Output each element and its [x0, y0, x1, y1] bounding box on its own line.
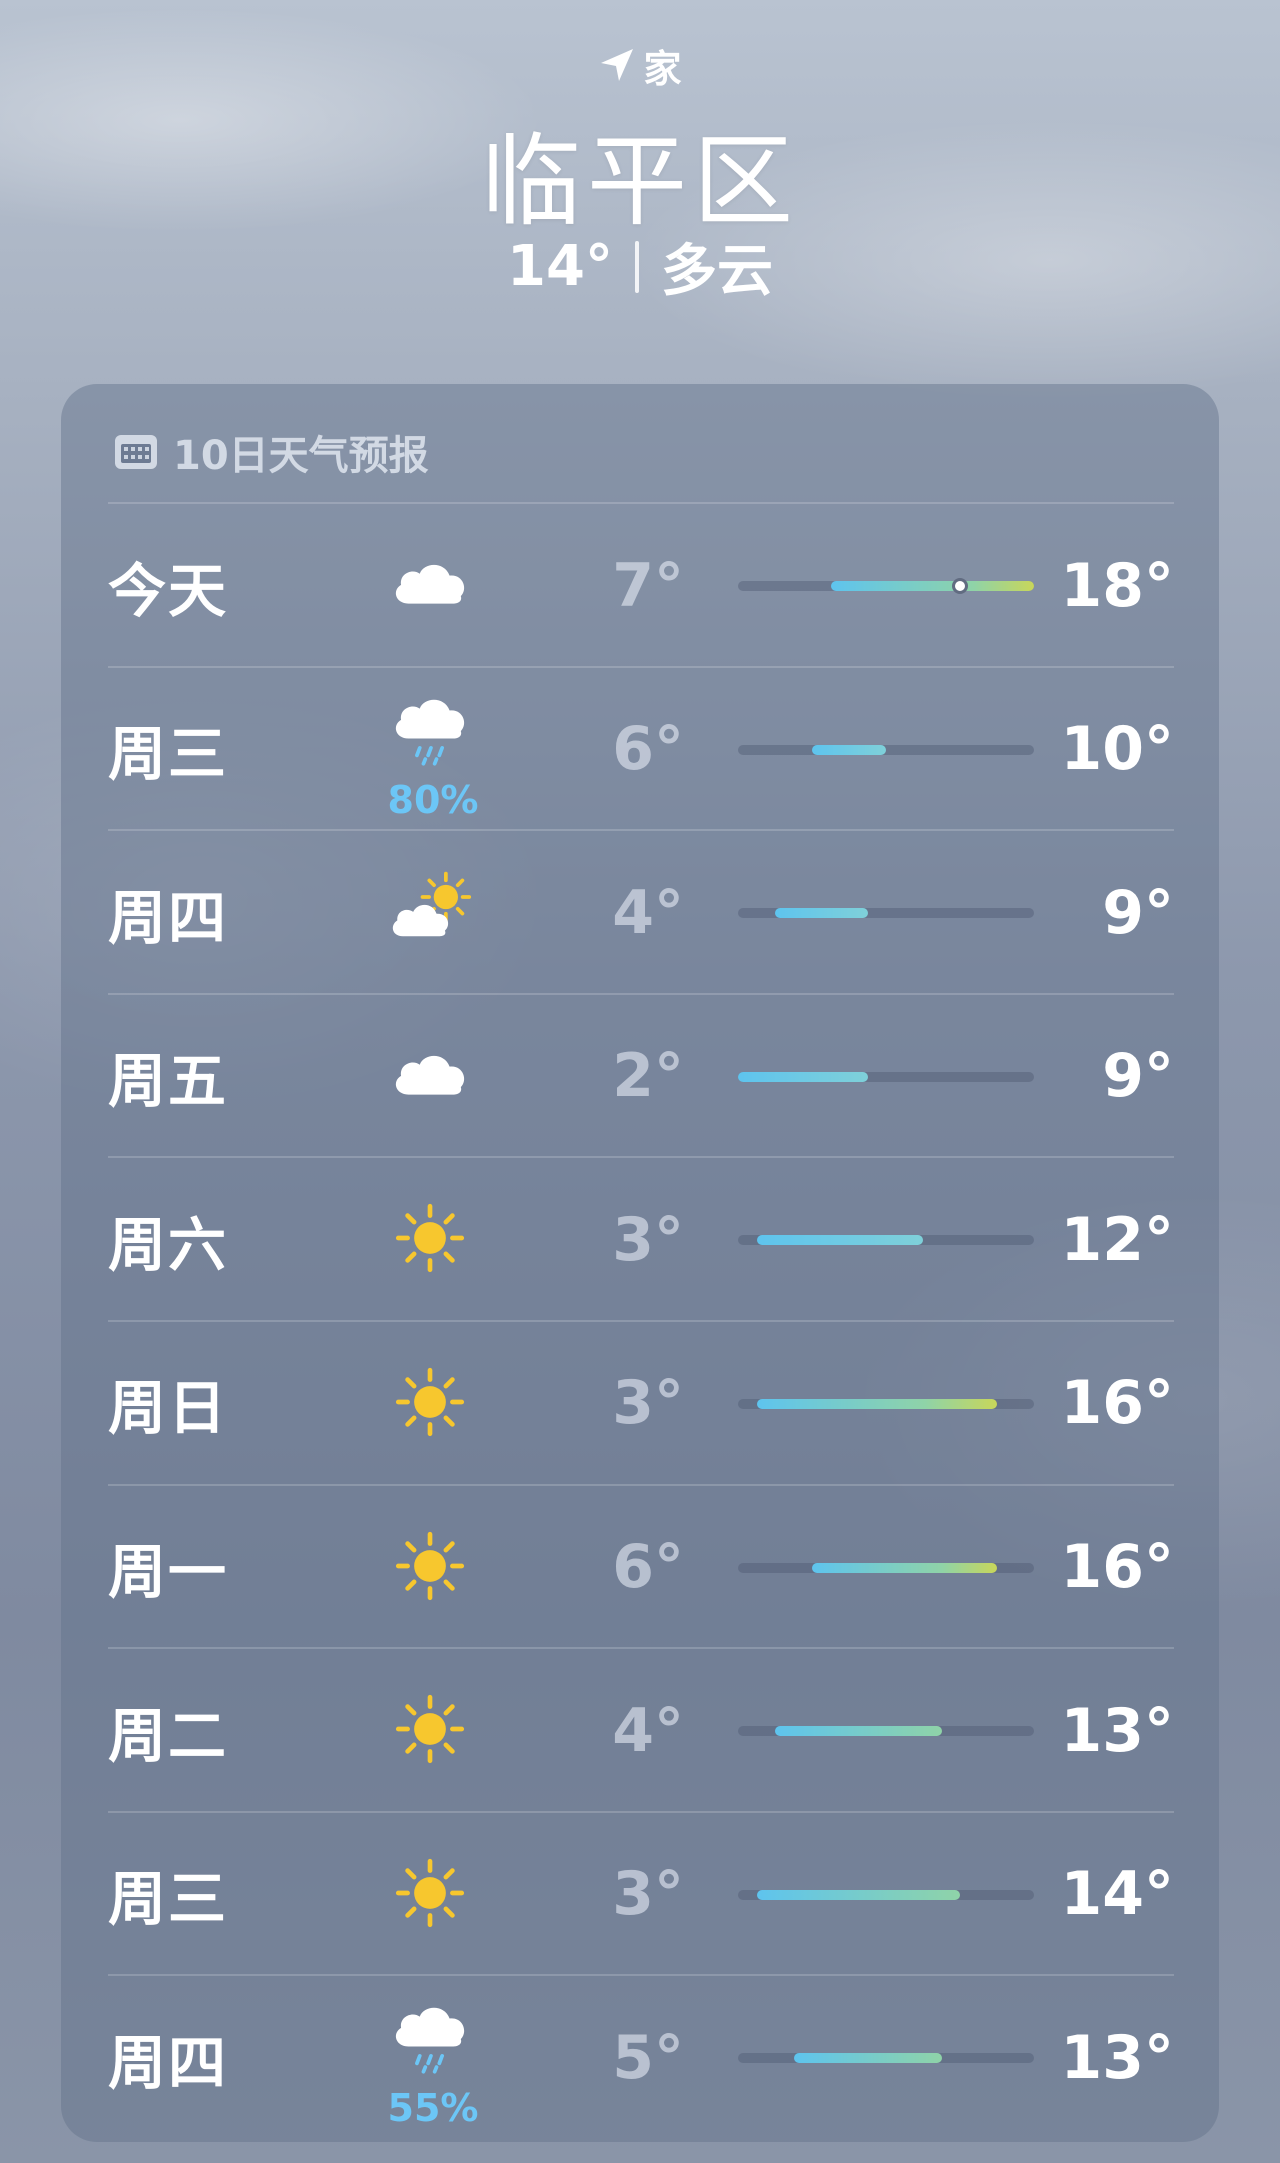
forecast-day-label: 周三 [108, 1865, 229, 1934]
precipitation-chance: 80% [387, 777, 479, 822]
low-temperature: 2° [612, 1041, 684, 1112]
low-temperature: 3° [612, 1368, 684, 1439]
ten-day-forecast-card[interactable]: 10日天气预报 今天 7° 18° 周三 80% 6° 10° 周四 4° 9° 周五 2° 9° 周六 3… [61, 384, 1219, 2142]
city-name: 临平区 [481, 123, 799, 240]
temperature-range-track [738, 578, 1034, 594]
high-temperature: 10° [1060, 714, 1175, 785]
forecast-card-title: 10日天气预报 [113, 424, 429, 480]
temperature-range-track [738, 1562, 1034, 1573]
low-temperature: 7° [612, 550, 684, 621]
sun-icon [378, 1486, 478, 1649]
temperature-range-track [738, 1726, 1034, 1737]
current-summary: 14° 多云 [0, 226, 1280, 307]
forecast-row[interactable]: 今天 7° 18° [108, 502, 1174, 666]
temperature-range-bar [812, 1562, 997, 1573]
low-temperature: 3° [612, 1204, 684, 1275]
sun-icon [378, 1158, 478, 1321]
temperature-range-bar [756, 1889, 960, 1900]
weather-screen: 家 临平区 14° 多云 10日天气预报 今天 7° 18° 周三 80% 6°… [0, 0, 1280, 2163]
current-condition: 多云 [660, 239, 773, 304]
low-temperature: 6° [612, 714, 684, 785]
location-label: 家 [643, 46, 683, 91]
high-temperature: 9° [1102, 1041, 1174, 1112]
forecast-row[interactable]: 周三 80% 6° 10° [108, 665, 1175, 831]
forecast-day-label: 周四 [108, 2028, 229, 2097]
temperature-range-track [738, 2053, 1034, 2064]
sun-icon [378, 1649, 478, 1812]
forecast-row[interactable]: 周日 3° 16° [108, 1319, 1175, 1485]
temperature-range-track [738, 908, 1034, 919]
temperature-range-bar [756, 1235, 923, 1246]
high-temperature: 12° [1060, 1204, 1175, 1275]
forecast-day-label: 周日 [108, 1374, 229, 1443]
forecast-rows: 今天 7° 18° 周三 80% 6° 10° 周四 4° 9° 周五 2° 9° 周六 3° 12° 周日 3°… [108, 502, 1174, 2138]
forecast-day-label: 周四 [108, 883, 229, 952]
temperature-range-bar [775, 1726, 942, 1737]
forecast-title-text: 10日天气预报 [173, 433, 429, 479]
temperature-range-bar [775, 908, 868, 919]
temperature-range-bar [812, 744, 886, 755]
temperature-range-track [738, 1398, 1034, 1409]
temperature-range-track [738, 1071, 1034, 1082]
forecast-day-label: 周六 [108, 1210, 229, 1279]
forecast-row[interactable]: 周一 6° 16° [108, 1483, 1175, 1649]
cloud-rain-icon: 80% [378, 668, 478, 831]
forecast-day-label: 周二 [108, 1701, 229, 1770]
low-temperature: 6° [612, 1532, 684, 1603]
forecast-day-label: 周五 [108, 1047, 229, 1116]
high-temperature: 13° [1060, 1695, 1175, 1766]
forecast-row[interactable]: 周四 55% 5° 13° [108, 1974, 1174, 2138]
low-temperature: 5° [612, 2022, 684, 2093]
calendar-icon [113, 432, 159, 472]
cloud-icon [378, 995, 478, 1158]
forecast-row[interactable]: 周五 2° 9° [108, 992, 1174, 1158]
high-temperature: 16° [1060, 1368, 1175, 1439]
forecast-row[interactable]: 周六 3° 12° [108, 1156, 1174, 1320]
high-temperature: 9° [1102, 877, 1174, 948]
cloud-rain-icon: 55% [378, 1976, 478, 2139]
precipitation-chance: 55% [387, 2086, 479, 2131]
temperature-range-bar [830, 581, 1034, 591]
temperature-range-track [738, 1235, 1034, 1246]
low-temperature: 4° [612, 877, 684, 948]
forecast-day-label: 今天 [108, 556, 229, 625]
high-temperature: 13° [1060, 2022, 1175, 2093]
forecast-day-label: 周一 [108, 1538, 229, 1607]
high-temperature: 18° [1060, 550, 1175, 621]
temperature-range-track [738, 744, 1034, 755]
location-row[interactable]: 家 [0, 40, 1280, 91]
forecast-row[interactable]: 周四 4° 9° [108, 829, 1174, 993]
partly-cloudy-icon [378, 831, 478, 994]
summary-divider [634, 240, 639, 293]
sun-icon [378, 1322, 478, 1485]
location-arrow-icon [597, 45, 637, 85]
low-temperature: 3° [612, 1859, 684, 1930]
temperature-range-bar [756, 1398, 997, 1409]
temperature-range-track [738, 1889, 1034, 1900]
current-temperature-marker [952, 578, 968, 594]
forecast-row[interactable]: 周三 3° 14° [108, 1810, 1175, 1976]
high-temperature: 16° [1060, 1532, 1175, 1603]
temperature-range-bar [793, 2053, 942, 2064]
current-temperature: 14° [507, 234, 613, 299]
high-temperature: 14° [1060, 1859, 1175, 1930]
forecast-row[interactable]: 周二 4° 13° [108, 1647, 1174, 1811]
forecast-day-label: 周三 [108, 720, 229, 789]
sun-icon [378, 1813, 478, 1976]
low-temperature: 4° [612, 1695, 684, 1766]
cloud-icon [378, 504, 478, 667]
temperature-range-bar [738, 1071, 868, 1082]
